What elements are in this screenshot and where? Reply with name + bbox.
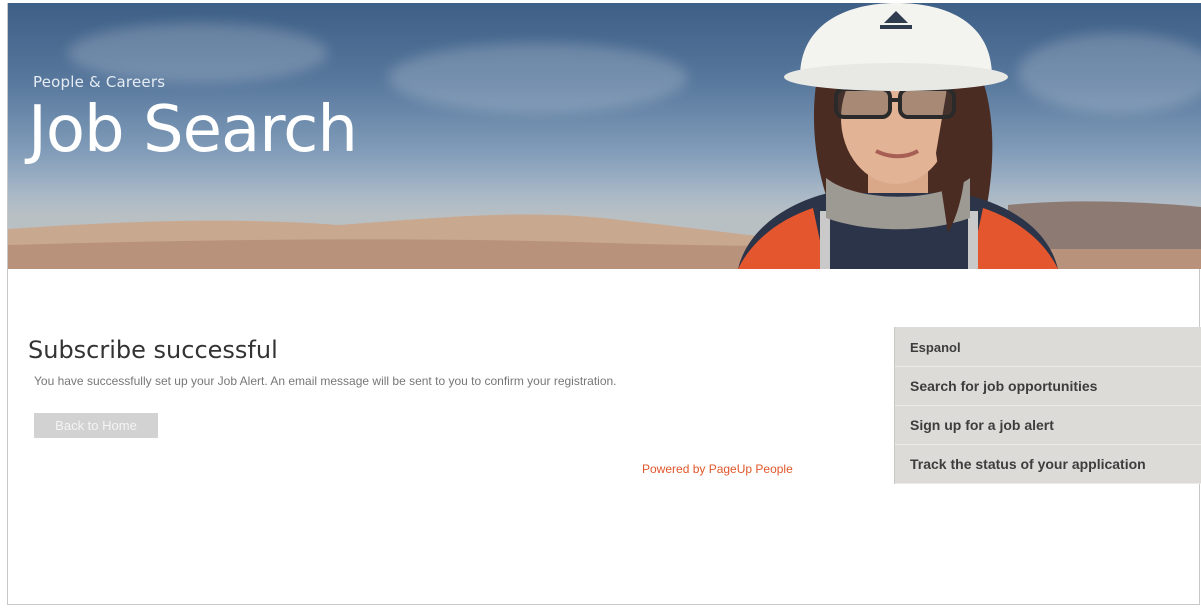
sidebar-item-search-jobs[interactable]: Search for job opportunities — [895, 367, 1201, 406]
sidebar-item-track-application[interactable]: Track the status of your application — [895, 445, 1201, 484]
sidebar-item-job-alert[interactable]: Sign up for a job alert — [895, 406, 1201, 445]
cloud-shape — [388, 43, 688, 113]
worker-photo — [738, 3, 1058, 269]
banner-title: Job Search — [28, 93, 358, 167]
sidebar-item-espanol[interactable]: Espanol — [895, 327, 1201, 367]
confirmation-message: You have successfully set up your Job Al… — [34, 374, 617, 388]
powered-by-link[interactable]: Powered by PageUp People — [642, 462, 793, 476]
page-title: Subscribe successful — [28, 336, 278, 364]
header-banner: People & Careers Job Search — [8, 3, 1201, 269]
banner-kicker: People & Careers — [33, 73, 166, 91]
sidebar-nav: Espanol Search for job opportunities Sig… — [894, 327, 1201, 484]
page-frame: People & Careers Job Search Subscribe su… — [7, 3, 1201, 605]
back-to-home-button[interactable]: Back to Home — [34, 413, 158, 438]
